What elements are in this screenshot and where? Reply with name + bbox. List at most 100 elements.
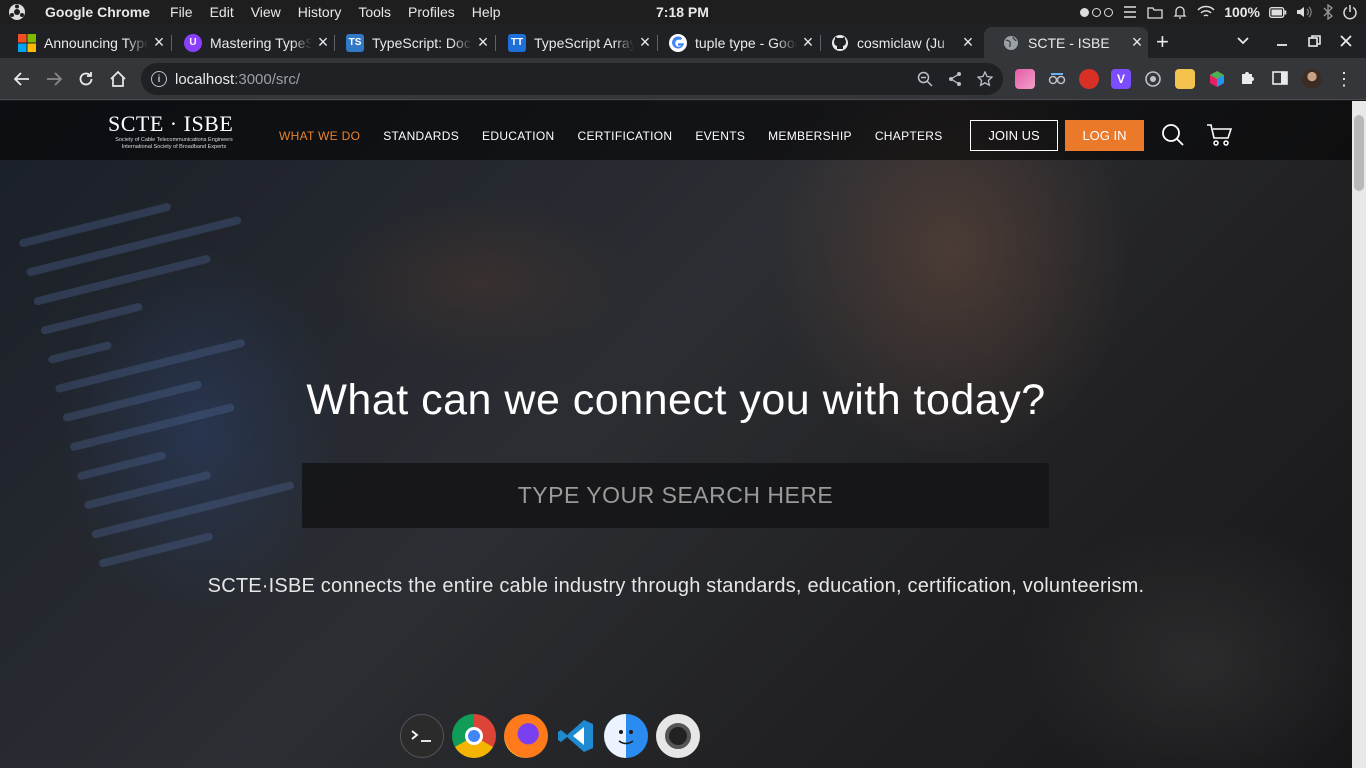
tab-announcing-typescript[interactable]: Announcing TypeScript × bbox=[0, 27, 170, 58]
forward-arrow-icon[interactable] bbox=[43, 68, 65, 90]
workspace-indicator[interactable] bbox=[1080, 7, 1114, 17]
terminal-icon[interactable] bbox=[400, 714, 444, 758]
list-icon[interactable] bbox=[1122, 5, 1138, 19]
home-icon[interactable] bbox=[107, 68, 129, 90]
extension-notes-icon[interactable] bbox=[1175, 69, 1195, 89]
scrollbar-thumb[interactable] bbox=[1354, 115, 1364, 191]
nav-membership[interactable]: MEMBERSHIP bbox=[768, 129, 852, 143]
tab-title: Mastering TypeScript bbox=[210, 34, 312, 51]
extension-v-icon[interactable]: V bbox=[1111, 69, 1131, 89]
hero-heading: What can we connect you with today? bbox=[306, 376, 1046, 424]
nav-certification[interactable]: CERTIFICATION bbox=[578, 129, 673, 143]
logo-subline-2: International Society of Broadband Exper… bbox=[121, 144, 227, 150]
battery-icon[interactable] bbox=[1269, 6, 1287, 18]
tab-title: cosmiclaw (Ju bbox=[857, 34, 945, 51]
address-bar[interactable]: i localhost:3000/src/ bbox=[141, 63, 1003, 95]
minimize-window-icon[interactable] bbox=[1276, 24, 1288, 58]
side-panel-icon[interactable] bbox=[1271, 69, 1291, 89]
microsoft-icon bbox=[18, 33, 36, 52]
share-icon[interactable] bbox=[947, 71, 963, 87]
page-scrollbar[interactable] bbox=[1352, 101, 1366, 768]
cart-icon[interactable] bbox=[1206, 123, 1232, 147]
firefox-icon[interactable] bbox=[504, 714, 548, 758]
hero-overlay bbox=[0, 101, 1352, 768]
tab-scte-isbe[interactable]: SCTE - ISBE × bbox=[984, 27, 1148, 58]
chrome-menu-icon[interactable]: ⋮ bbox=[1334, 69, 1354, 89]
tab-typescript-docs[interactable]: TS TypeScript: Documentation × bbox=[328, 27, 494, 58]
volume-icon[interactable] bbox=[1296, 5, 1314, 19]
hero-search-input[interactable] bbox=[302, 463, 1049, 528]
tab-tuple-type-google[interactable]: tuple type - Google × bbox=[651, 27, 819, 58]
tab-typescript-arrays[interactable]: TT TypeScript Arrays × bbox=[490, 27, 656, 58]
camera-icon[interactable] bbox=[656, 714, 700, 758]
close-tab-icon[interactable]: × bbox=[957, 32, 979, 53]
system-logo-icon[interactable] bbox=[0, 0, 34, 24]
menu-profiles[interactable]: Profiles bbox=[408, 4, 455, 20]
finder-icon[interactable] bbox=[604, 714, 648, 758]
reload-icon[interactable] bbox=[75, 68, 97, 90]
purple-u-icon: U bbox=[184, 33, 202, 52]
main-nav: WHAT WE DO STANDARDS EDUCATION CERTIFICA… bbox=[279, 129, 966, 143]
extension-pink-icon[interactable] bbox=[1015, 69, 1035, 89]
tab-title: SCTE - ISBE bbox=[1028, 34, 1110, 51]
menu-edit[interactable]: Edit bbox=[210, 4, 234, 20]
join-us-button[interactable]: JOIN US bbox=[970, 120, 1058, 151]
back-arrow-icon[interactable] bbox=[11, 68, 33, 90]
bluetooth-icon[interactable] bbox=[1323, 4, 1333, 20]
site-info-icon[interactable]: i bbox=[151, 71, 167, 87]
profile-avatar[interactable] bbox=[1302, 69, 1322, 89]
extension-hand-icon[interactable] bbox=[1079, 69, 1099, 89]
tab-title: tuple type - Google bbox=[695, 34, 797, 51]
tab-search-chevron-icon[interactable] bbox=[1236, 24, 1250, 58]
extensions-puzzle-icon[interactable] bbox=[1239, 69, 1259, 89]
battery-percent: 100% bbox=[1224, 4, 1260, 20]
logo-text: SCTE · ISBE bbox=[108, 111, 234, 136]
dock bbox=[400, 714, 700, 764]
menu-tools[interactable]: Tools bbox=[358, 4, 391, 20]
close-window-icon[interactable] bbox=[1340, 24, 1352, 58]
google-icon bbox=[669, 33, 687, 52]
ts-icon: TS bbox=[346, 33, 364, 52]
restore-window-icon[interactable] bbox=[1308, 24, 1321, 58]
vscode-icon[interactable] bbox=[556, 714, 596, 758]
clock[interactable]: 7:18 PM bbox=[656, 4, 709, 20]
extension-target-icon[interactable] bbox=[1143, 69, 1163, 89]
search-icon[interactable] bbox=[1161, 123, 1185, 147]
site-header: SCTE · ISBE Society of Cable Telecommuni… bbox=[0, 101, 1352, 160]
menu-file[interactable]: File bbox=[170, 4, 193, 20]
power-icon[interactable] bbox=[1342, 4, 1358, 20]
new-tab-button[interactable]: + bbox=[1156, 29, 1169, 55]
nav-education[interactable]: EDUCATION bbox=[482, 129, 554, 143]
tab-mastering-typescript[interactable]: U Mastering TypeScript × bbox=[166, 27, 334, 58]
nav-standards[interactable]: STANDARDS bbox=[383, 129, 459, 143]
menu-help[interactable]: Help bbox=[472, 4, 501, 20]
bookmark-star-icon[interactable] bbox=[977, 71, 993, 87]
tab-title: Announcing TypeScript bbox=[44, 34, 148, 51]
system-menubar: Google Chrome File Edit View History Too… bbox=[0, 0, 1366, 24]
nav-chapters[interactable]: CHAPTERS bbox=[875, 129, 943, 143]
extension-color-icon[interactable] bbox=[1207, 69, 1227, 89]
globe-icon bbox=[1002, 34, 1020, 52]
folder-icon[interactable] bbox=[1147, 5, 1163, 19]
nav-events[interactable]: EVENTS bbox=[695, 129, 745, 143]
active-app-name[interactable]: Google Chrome bbox=[45, 4, 150, 20]
tab-cosmiclaw-github[interactable]: cosmiclaw (Ju × bbox=[813, 27, 979, 58]
system-tray: 100% bbox=[1080, 0, 1366, 24]
wifi-icon[interactable] bbox=[1197, 5, 1215, 19]
chrome-icon[interactable] bbox=[452, 714, 496, 758]
github-icon bbox=[831, 34, 849, 52]
site-logo[interactable]: SCTE · ISBE Society of Cable Telecommuni… bbox=[108, 111, 240, 151]
menu-view[interactable]: View bbox=[251, 4, 281, 20]
browser-toolbar: i localhost:3000/src/ V ⋮ bbox=[0, 58, 1366, 100]
log-in-button[interactable]: LOG IN bbox=[1065, 120, 1144, 151]
nav-what-we-do[interactable]: WHAT WE DO bbox=[279, 129, 360, 143]
menu-history[interactable]: History bbox=[298, 4, 342, 20]
url-text[interactable]: localhost:3000/src/ bbox=[175, 71, 300, 88]
close-tab-icon[interactable]: × bbox=[1126, 32, 1148, 53]
extension-glasses-icon[interactable] bbox=[1047, 69, 1067, 89]
tab-title: TypeScript: Documentation bbox=[372, 34, 472, 51]
tt-icon: TT bbox=[508, 33, 526, 52]
omnibox-actions bbox=[917, 63, 993, 95]
bell-icon[interactable] bbox=[1172, 4, 1188, 20]
zoom-out-icon[interactable] bbox=[917, 71, 933, 87]
